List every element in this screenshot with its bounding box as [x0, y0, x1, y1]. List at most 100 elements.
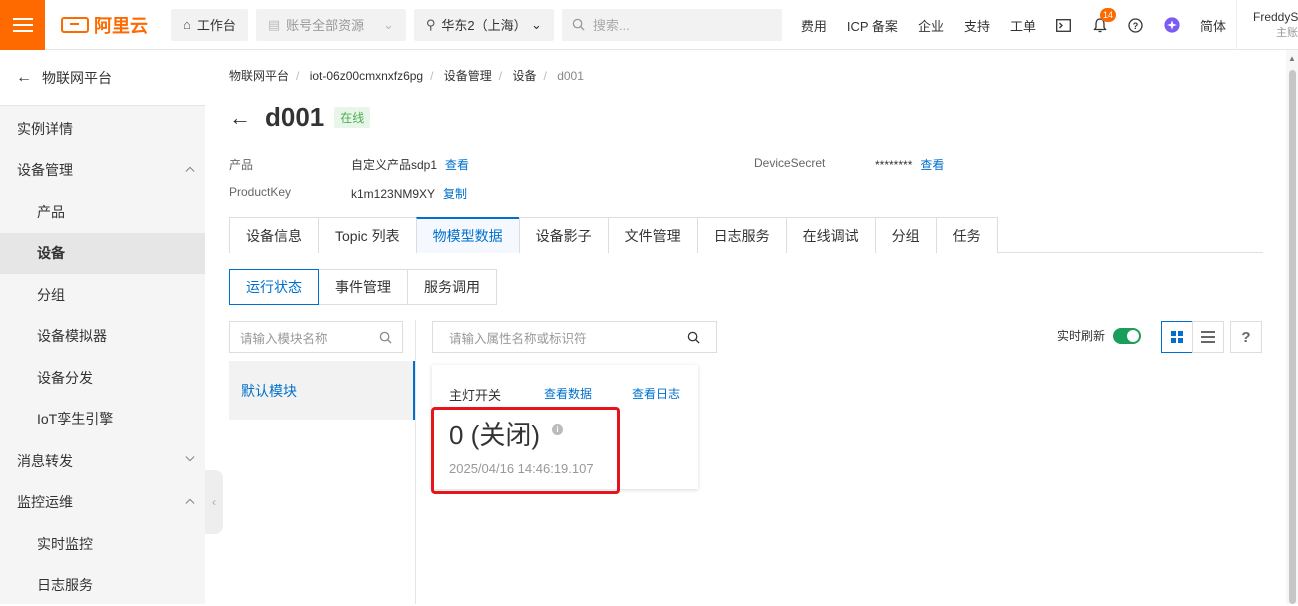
menu-icon[interactable]: [0, 0, 45, 50]
back-arrow-icon[interactable]: ←: [229, 105, 251, 131]
device-tabs: 设备信息 Topic 列表 物模型数据 设备影子 文件管理 日志服务 在线调试 …: [229, 217, 1263, 253]
breadcrumb-separator: /: [544, 69, 547, 83]
terminal-icon[interactable]: [1056, 17, 1072, 33]
secret-value-row: ********查看: [875, 156, 944, 173]
fees-link[interactable]: 费用: [801, 16, 827, 35]
sidebar-item-products[interactable]: 产品: [0, 191, 205, 233]
sidebar-item-instance-details[interactable]: 实例详情: [0, 108, 205, 150]
home-icon: ⌂: [183, 17, 191, 32]
card-view-button[interactable]: [1161, 321, 1193, 353]
realtime-refresh-label: 实时刷新: [1057, 327, 1105, 344]
sidebar-item-label: 产品: [37, 202, 65, 222]
user-account[interactable]: FreddyS 主账: [1236, 0, 1298, 50]
page-title: d001: [265, 102, 324, 133]
chevron-up-icon: [185, 164, 195, 174]
breadcrumb-item[interactable]: 设备管理: [444, 69, 492, 83]
sidebar-back-title[interactable]: ← 物联网平台: [0, 50, 205, 106]
tab-online-debug[interactable]: 在线调试: [786, 217, 876, 253]
realtime-refresh-toggle[interactable]: [1113, 328, 1141, 344]
list-view-button[interactable]: [1192, 321, 1224, 353]
resource-label: 账号全部资源: [286, 15, 364, 34]
sidebar-item-devices[interactable]: 设备: [0, 233, 205, 275]
tab-device-info[interactable]: 设备信息: [229, 217, 319, 253]
help-button[interactable]: ?: [1230, 321, 1262, 353]
property-name: 主灯开关: [449, 385, 501, 404]
chevron-down-icon: [185, 454, 195, 464]
highlight-annotation: [431, 407, 620, 494]
ai-assistant-icon[interactable]: [1164, 17, 1180, 33]
tab-topic-list[interactable]: Topic 列表: [318, 217, 417, 253]
property-search-placeholder: 请输入属性名称或标识符: [449, 328, 587, 347]
sidebar-item-monitoring-ops[interactable]: 监控运维: [0, 482, 205, 524]
support-link[interactable]: 支持: [964, 16, 990, 35]
workbench-button[interactable]: ⌂ 工作台: [171, 9, 248, 41]
sidebar-collapse-handle[interactable]: ‹: [205, 470, 223, 534]
sidebar-item-log-service[interactable]: 日志服务: [0, 565, 205, 606]
module-item-default[interactable]: 默认模块: [229, 361, 415, 420]
sidebar-item-device-simulator[interactable]: 设备模拟器: [0, 316, 205, 358]
aliyun-logo[interactable]: 阿里云: [61, 12, 171, 38]
subtab-runtime-status[interactable]: 运行状态: [229, 269, 319, 305]
bell-icon[interactable]: 14: [1092, 17, 1108, 33]
arrow-left-icon: ←: [16, 69, 32, 87]
view-product-link[interactable]: 查看: [445, 158, 469, 172]
breadcrumb-item[interactable]: 设备: [512, 69, 536, 83]
data-subtabs: 运行状态 事件管理 服务调用: [229, 269, 496, 305]
subtab-service-call[interactable]: 服务调用: [407, 269, 497, 305]
module-search-input[interactable]: 请输入模块名称: [229, 321, 403, 353]
grid-icon: [1170, 330, 1184, 344]
view-secret-link[interactable]: 查看: [920, 158, 944, 172]
page-scrollbar[interactable]: ▲: [1286, 50, 1298, 604]
chevron-left-icon: ‹: [212, 495, 216, 509]
list-icon: [1201, 331, 1215, 343]
sidebar-item-device-distribution[interactable]: 设备分发: [0, 357, 205, 399]
sidebar-item-label: 设备分发: [37, 368, 93, 388]
top-navbar: 阿里云 ⌂ 工作台 ▤ 账号全部资源 ⌄ ⚲ 华东2（上海） ⌄ 搜索... 费…: [0, 0, 1298, 50]
view-log-link[interactable]: 查看日志: [632, 385, 680, 402]
region-selector[interactable]: ⚲ 华东2（上海） ⌄: [414, 9, 554, 41]
sidebar-item-label: 设备管理: [17, 160, 73, 180]
chevron-up-icon: [185, 496, 195, 506]
sidebar-item-label: 监控运维: [17, 492, 73, 512]
sidebar: ← 物联网平台 实例详情 设备管理 产品 设备 分组 设备模拟器 设备分发 Io…: [0, 50, 205, 604]
product-info: 产品: [229, 156, 253, 173]
question-icon: ?: [1241, 329, 1250, 346]
status-badge: 在线: [334, 107, 370, 128]
user-name: FreddyS: [1253, 10, 1298, 24]
enterprise-link[interactable]: 企业: [918, 16, 944, 35]
language-switch[interactable]: 简体: [1200, 16, 1226, 35]
sidebar-item-label: 日志服务: [37, 575, 93, 595]
help-icon[interactable]: ?: [1128, 17, 1144, 33]
sidebar-item-realtime-monitor[interactable]: 实时监控: [0, 523, 205, 565]
sidebar-item-device-management[interactable]: 设备管理: [0, 150, 205, 192]
search-icon: [572, 18, 585, 31]
device-secret-label: DeviceSecret: [754, 156, 825, 170]
global-search-input[interactable]: 搜索...: [562, 9, 782, 41]
copy-productkey-link[interactable]: 复制: [443, 187, 467, 201]
breadcrumb-item[interactable]: iot-06z00cmxnxfz6pg: [310, 69, 423, 83]
secret-info: DeviceSecret: [754, 156, 825, 170]
icp-link[interactable]: ICP 备案: [847, 16, 898, 35]
scroll-up-icon[interactable]: ▲: [1288, 54, 1296, 63]
scrollbar-thumb[interactable]: [1289, 70, 1296, 604]
subtab-event-management[interactable]: 事件管理: [318, 269, 408, 305]
view-data-link[interactable]: 查看数据: [544, 385, 592, 402]
breadcrumb-item[interactable]: 物联网平台: [229, 69, 289, 83]
sidebar-item-label: IoT孪生引擎: [37, 409, 113, 429]
property-search-input[interactable]: 请输入属性名称或标识符: [432, 321, 717, 353]
tab-groups[interactable]: 分组: [875, 217, 937, 253]
module-item-label: 默认模块: [241, 381, 297, 401]
tab-tasks[interactable]: 任务: [936, 217, 998, 253]
chevron-down-icon: ⌄: [531, 17, 542, 33]
tab-thing-model-data[interactable]: 物模型数据: [416, 217, 520, 253]
sidebar-item-iot-twin-engine[interactable]: IoT孪生引擎: [0, 399, 205, 441]
resource-selector[interactable]: ▤ 账号全部资源 ⌄: [256, 9, 406, 41]
tab-device-shadow[interactable]: 设备影子: [519, 217, 609, 253]
workbench-label: 工作台: [197, 15, 236, 34]
sidebar-item-message-forwarding[interactable]: 消息转发: [0, 440, 205, 482]
realtime-refresh: 实时刷新: [1057, 327, 1141, 344]
ticket-link[interactable]: 工单: [1010, 16, 1036, 35]
sidebar-item-groups[interactable]: 分组: [0, 274, 205, 316]
tab-file-management[interactable]: 文件管理: [608, 217, 698, 253]
tab-log-service[interactable]: 日志服务: [697, 217, 787, 253]
